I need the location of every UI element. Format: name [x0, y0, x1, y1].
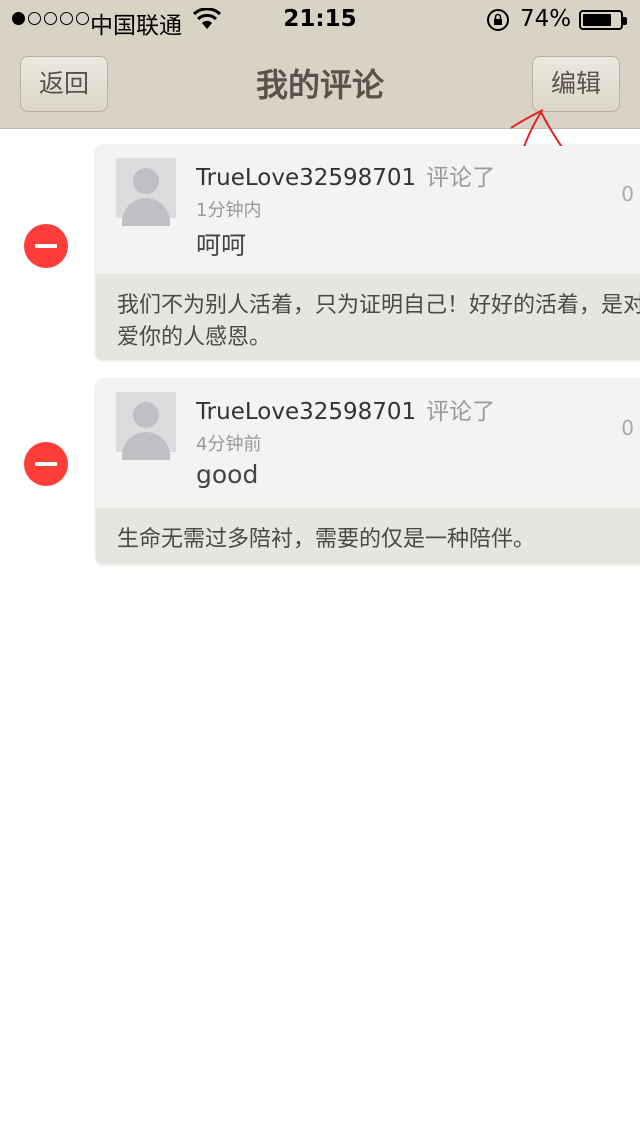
comment-card[interactable]: TrueLove32598701 评论了 1分钟内 呵呵 0 我们不为别人活着，只…	[96, 146, 640, 360]
comment-username: TrueLove32598701 评论了	[196, 165, 496, 191]
battery-percent: 74%	[520, 6, 572, 32]
delete-button[interactable]	[24, 442, 68, 486]
comment-username: TrueLove32598701 评论了	[196, 399, 496, 425]
avatar	[116, 392, 176, 460]
comment-action: 评论了	[426, 165, 496, 191]
comment-count: 0	[621, 416, 634, 440]
battery-icon	[579, 10, 627, 30]
original-post-quote[interactable]: 生命无需过多陪衬，需要的仅是一种陪伴。	[96, 508, 640, 564]
comment-count: 0	[621, 182, 634, 206]
delete-button[interactable]	[24, 224, 68, 268]
comment-text: good	[196, 460, 259, 489]
comment-time: 4分钟前	[196, 434, 262, 455]
comment-card[interactable]: TrueLove32598701 评论了 4分钟前 good 0 生命无需过多陪衬…	[96, 380, 640, 564]
status-bar: 中国联通 21:15 74%	[0, 0, 640, 40]
comment-time: 1分钟内	[196, 200, 262, 221]
original-post-quote[interactable]: 我们不为别人活着，只为证明自己！好好的活着，是对爱你的人感恩。	[96, 274, 640, 360]
comment-action: 评论了	[426, 399, 496, 425]
rotation-lock-icon	[487, 9, 509, 31]
comment-text: 呵呵	[196, 231, 247, 260]
avatar	[116, 158, 176, 226]
